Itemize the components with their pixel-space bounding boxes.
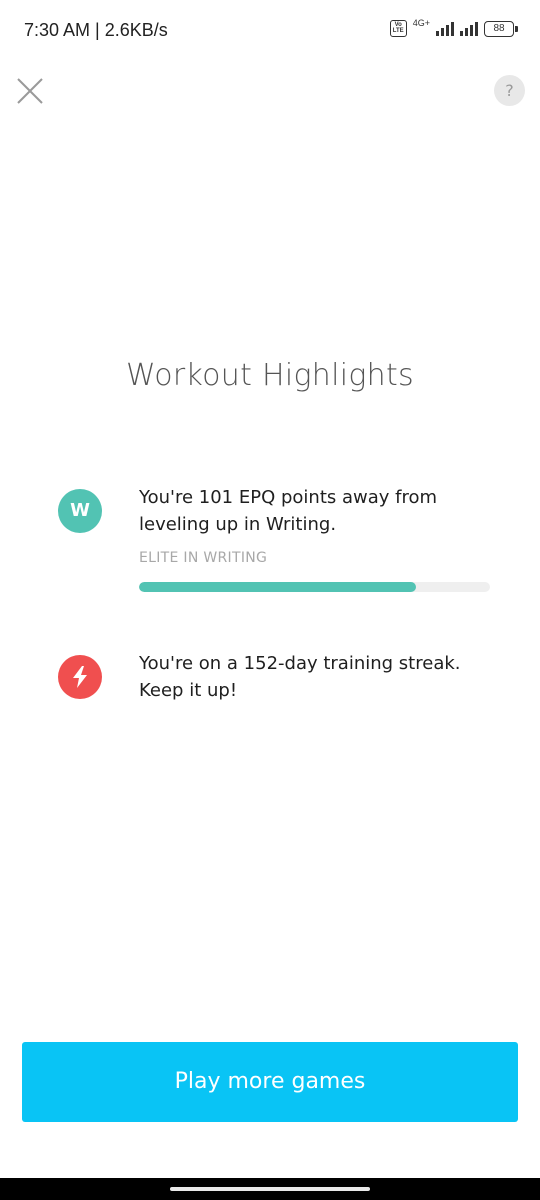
highlight-text: You're on a 152-day training streak. Kee… xyxy=(139,653,461,701)
signal-icon xyxy=(436,21,454,36)
status-icons: Vo LTE 4G+ 88 xyxy=(389,17,518,37)
volte-icon: Vo LTE xyxy=(389,20,407,37)
network-type-label: 4G+ xyxy=(412,17,430,28)
help-button[interactable]: ? xyxy=(494,75,525,106)
highlight-text: You're 101 EPQ points away from leveling… xyxy=(139,487,438,535)
status-time: 7:30 AM | 2.6KB/s xyxy=(24,20,168,40)
help-icon: ? xyxy=(505,81,514,100)
status-bar: 7:30 AM | 2.6KB/s Vo LTE 4G+ 88 xyxy=(0,0,540,62)
battery-icon: 88 xyxy=(484,20,518,37)
play-more-games-button[interactable]: Play more games xyxy=(22,1042,518,1122)
writing-badge-icon: W xyxy=(58,489,102,533)
level-progress-fill xyxy=(139,582,417,592)
close-button[interactable] xyxy=(14,75,46,107)
page-title: Workout Highlights xyxy=(126,358,414,393)
close-icon xyxy=(17,78,43,104)
level-progress-bar xyxy=(139,582,490,592)
signal-icon-secondary xyxy=(460,21,478,36)
highlight-level-label: ELITE IN WRITING xyxy=(139,550,268,566)
badge-letter: W xyxy=(70,500,90,521)
system-nav-bar xyxy=(0,1178,540,1200)
battery-level: 88 xyxy=(493,22,505,34)
home-indicator[interactable] xyxy=(170,1187,370,1191)
lightning-icon xyxy=(58,655,102,699)
